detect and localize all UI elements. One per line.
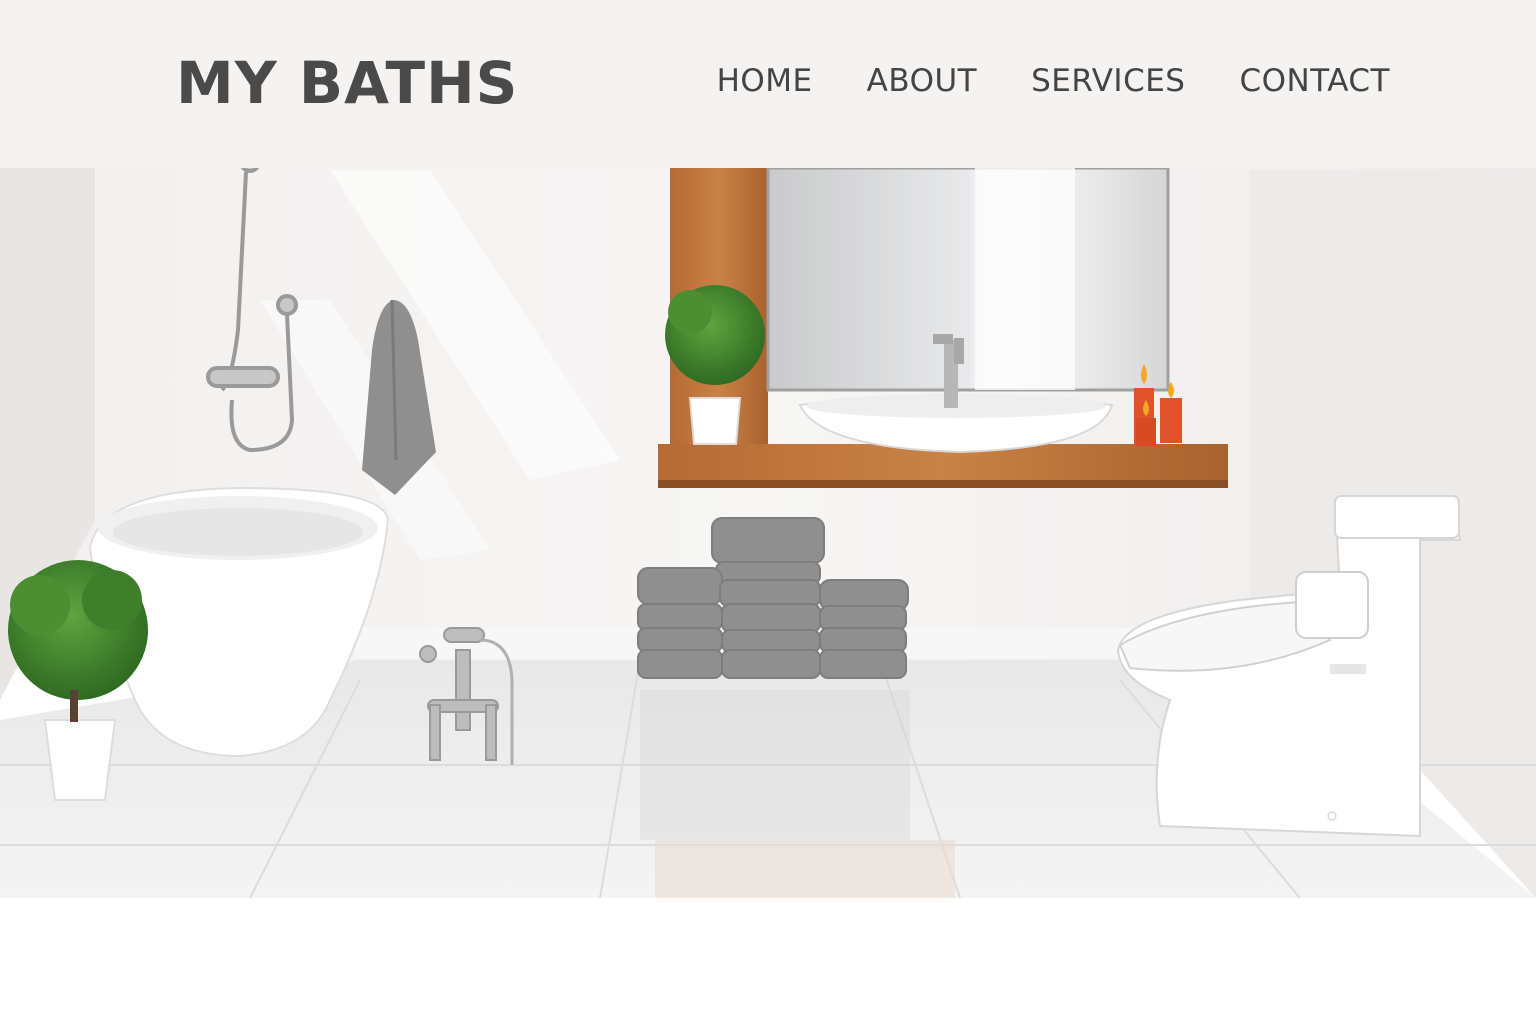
main-nav: HOME ABOUT SERVICES CONTACT [717,60,1390,102]
brand-logo[interactable]: MY BATHS [176,48,518,118]
nav-contact[interactable]: CONTACT [1239,63,1390,99]
page-bottom-area [0,898,1536,1024]
nav-about[interactable]: ABOUT [867,63,977,99]
site-header: MY BATHS HOME ABOUT SERVICES CONTACT [0,0,1536,168]
mirror-icon [766,166,1170,392]
nav-services[interactable]: SERVICES [1031,63,1185,99]
nav-home[interactable]: HOME [717,63,813,99]
